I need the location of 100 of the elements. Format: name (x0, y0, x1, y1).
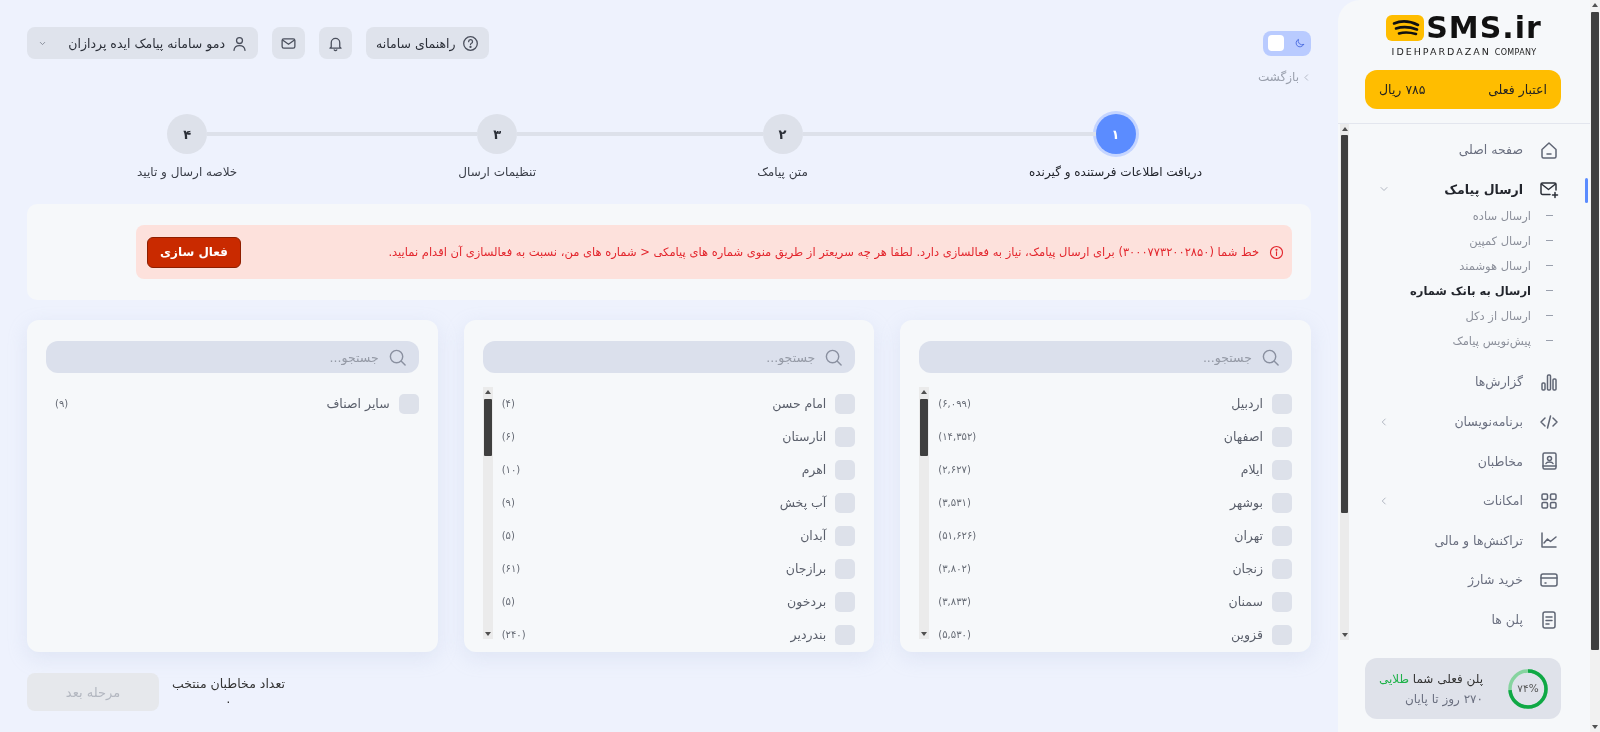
dash-icon (1546, 339, 1553, 342)
checkbox[interactable] (1272, 492, 1292, 513)
search-field[interactable]: جستجو... (919, 341, 1292, 373)
scrollbar[interactable] (919, 387, 930, 639)
step-label: خلاصه ارسال و تایید (137, 165, 238, 179)
scrollbar[interactable] (1340, 124, 1349, 640)
search-icon (387, 347, 407, 367)
item-name: آب پخش (779, 495, 827, 510)
checkbox[interactable] (835, 393, 856, 414)
item-count: (۹) (55, 398, 69, 409)
item-name: قزوین (1231, 627, 1263, 642)
back-link[interactable]: بازگشت (1258, 70, 1311, 84)
menu-item[interactable]: گزارش‌ها (1379, 362, 1559, 402)
selected-count-value: ۰ (225, 693, 232, 709)
percent-label: ۷۴% (1516, 681, 1540, 694)
checkbox[interactable] (1272, 591, 1292, 612)
checkbox[interactable] (1272, 393, 1292, 414)
checkbox[interactable] (1272, 525, 1292, 546)
active-indicator (1585, 177, 1588, 203)
search-field[interactable]: جستجو... (482, 341, 856, 373)
logo-suffix: COMPANY (1494, 48, 1537, 57)
checkbox[interactable] (835, 525, 856, 546)
activate-button[interactable]: فعال سازی (147, 236, 241, 268)
item-count: (۹) (501, 497, 515, 508)
item-name: برازجان (785, 561, 827, 576)
item-name: زنجان (1232, 561, 1263, 576)
logo-tagline: IDEHPARDAZAN (1391, 46, 1491, 57)
dash-icon (1546, 314, 1553, 317)
submenu-item[interactable]: ارسال به بانک شماره (1379, 278, 1559, 304)
help-button[interactable]: راهنمای سامانه (366, 27, 489, 59)
user-menu[interactable]: دمو سامانه پیامک ایده پردازان (27, 27, 258, 59)
checkbox[interactable] (1272, 624, 1292, 645)
home-icon (1539, 139, 1559, 160)
notifications-button[interactable] (319, 27, 352, 59)
item-count: (۱۴,۳۵۲) (938, 431, 977, 442)
moon-icon (1294, 37, 1306, 49)
menu-item[interactable]: امکانات (1379, 480, 1559, 521)
step-number: ۴ (167, 114, 208, 154)
balance-label: اعتبار فعلی (1488, 82, 1547, 97)
step-label: متن پیامک (757, 165, 808, 179)
menu-item[interactable]: برنامه‌نویسان (1379, 401, 1559, 442)
step-number: ۱ (1095, 114, 1136, 154)
logo-text: SMS.ir (1426, 13, 1542, 42)
search-icon (824, 347, 844, 367)
item-count: (۲۴۰) (501, 629, 526, 640)
checkbox[interactable] (1272, 426, 1292, 447)
item-name: انارستان (782, 429, 827, 444)
logo-icon (1386, 14, 1425, 41)
menu-item[interactable]: تراکنش‌ها و مالی (1379, 520, 1559, 561)
step-number: ۲ (762, 114, 803, 154)
dash-icon (1546, 214, 1553, 217)
dash-icon (1546, 264, 1553, 267)
item-name: بوشهر (1229, 495, 1263, 510)
dash-icon (1546, 289, 1553, 292)
search-field[interactable]: جستجو... (46, 341, 419, 373)
item-name: تهران (1234, 528, 1263, 543)
item-count: (۶,۰۹۹) (938, 398, 971, 409)
item-name: اصفهان (1223, 429, 1263, 444)
item-count: (۶) (501, 431, 515, 442)
step-label: تنظیمات ارسال (458, 165, 537, 179)
menu-item[interactable]: مخاطبان (1379, 441, 1559, 481)
selected-count-label: تعداد مخاطبان منتخب (172, 675, 285, 691)
search-icon (1261, 347, 1280, 367)
checkbox[interactable] (835, 426, 856, 447)
submenu-item[interactable]: ارسال کمپین (1379, 228, 1559, 254)
chevron-icon (1302, 72, 1311, 82)
menu-item[interactable]: پلن ها (1379, 599, 1559, 640)
menu-item[interactable]: صفحه اصلی (1379, 130, 1559, 170)
checkbox[interactable] (1272, 558, 1292, 579)
submenu-item[interactable]: پیش‌نویس پیامک (1379, 328, 1559, 354)
balance-value: ۷۸۵ ریال (1379, 82, 1426, 97)
item-count: (۵,۵۳۰) (938, 629, 971, 640)
grid-icon (1539, 490, 1559, 511)
checkbox[interactable] (835, 459, 856, 480)
checkbox[interactable] (835, 492, 856, 513)
item-name: سمنان (1228, 594, 1263, 609)
checkbox[interactable] (835, 591, 856, 612)
theme-toggle[interactable] (1263, 30, 1311, 56)
item-name: امام حسن (772, 396, 827, 411)
mail-plus-icon (1539, 179, 1559, 200)
item-count: (۴) (501, 398, 515, 409)
submenu-item[interactable]: ارسال هوشمند (1379, 253, 1559, 279)
messages-button[interactable] (272, 27, 305, 59)
checkbox[interactable] (835, 624, 856, 645)
scrollbar[interactable] (482, 387, 493, 639)
checkbox[interactable] (1272, 459, 1292, 480)
bar-chart-icon (1539, 372, 1559, 392)
submenu-item[interactable]: ارسال از دکل (1379, 303, 1559, 329)
item-name: اهرم (801, 462, 827, 477)
checkbox[interactable] (398, 393, 419, 414)
item-count: (۲,۶۲۷) (938, 464, 971, 475)
step-number: ۳ (477, 114, 518, 154)
plan-remaining: ۲۷۰ روز تا پایان (1404, 691, 1483, 706)
plan-label: پلن فعلی شما طلایی (1378, 671, 1483, 686)
checkbox[interactable] (835, 558, 856, 579)
item-count: (۵) (501, 596, 515, 607)
menu-item[interactable]: خرید شارژ (1379, 560, 1559, 600)
dash-icon (1546, 239, 1553, 242)
user-icon (231, 34, 248, 52)
contact-book-icon (1539, 451, 1559, 472)
